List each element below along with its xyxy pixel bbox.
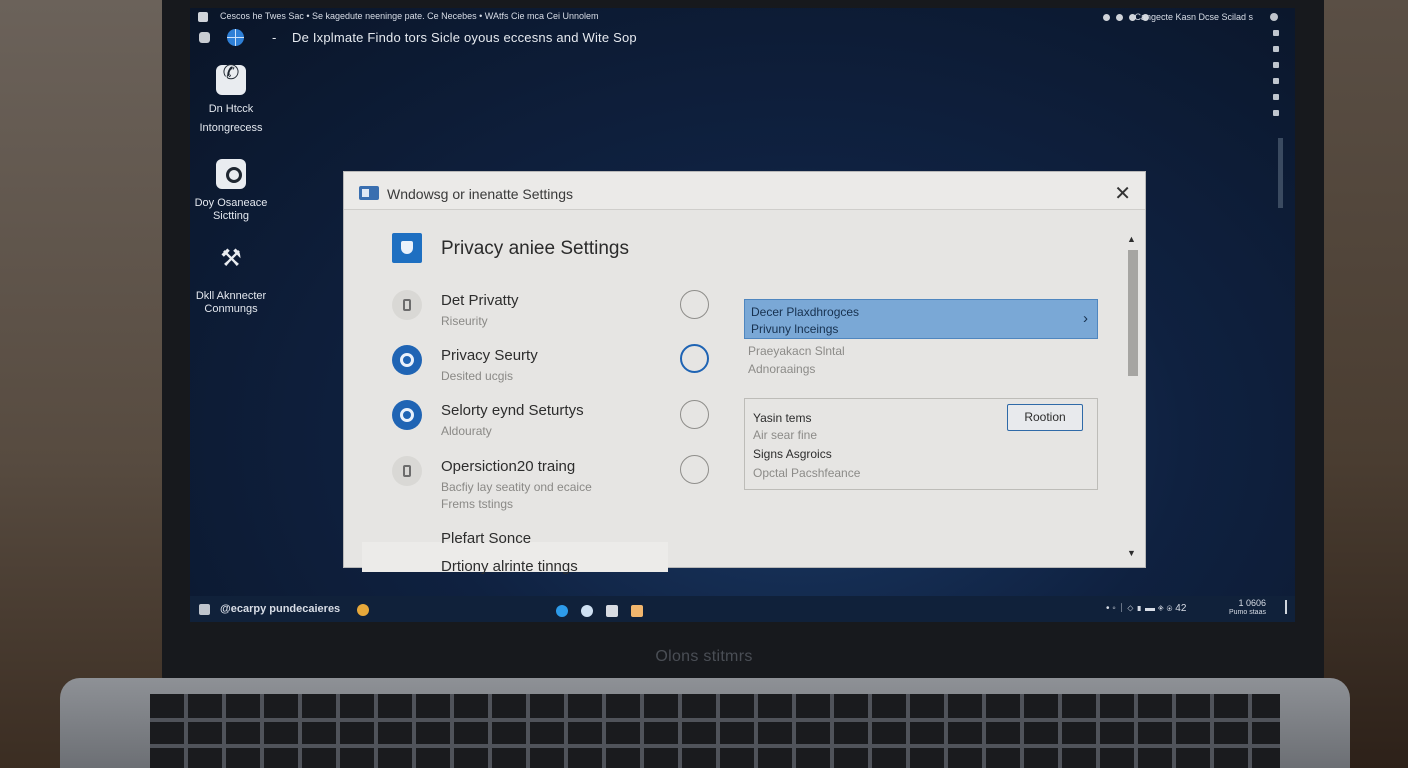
indicator-icon (1273, 94, 1279, 100)
laptop-screen: Cescos he Twes Sac • Se kagedute neening… (190, 8, 1295, 622)
phone-icon (216, 65, 246, 95)
settings-item-sub: Bacfiy lay seatity ond ecaice (441, 480, 592, 494)
desktop-icon-label: Doy Osaneace (194, 197, 268, 209)
settings-item-sub: Desited ucgis (441, 369, 514, 383)
clock[interactable]: 1 0606 Pumo staas (1229, 598, 1266, 618)
box-line-3: Signs Asgroics (753, 447, 832, 461)
desktop-icon-label: Conmungs (204, 303, 258, 315)
settings-item-sub: Aldouraty (441, 424, 492, 438)
desktop-icon-label: Dkll Aknnecter (195, 290, 267, 302)
settings-window: Wndowsg or inenatte Settings ✕ Privacy a… (343, 171, 1146, 575)
location-pin-icon (216, 159, 246, 189)
radio-det-privatty[interactable] (680, 290, 709, 319)
desktop-icon-label: Intongrecess (199, 122, 263, 134)
settings-item-label: Drtiony alrinte tinngs (441, 558, 578, 575)
privacy-icon (392, 345, 422, 375)
tracking-icon (392, 456, 422, 486)
settings-item-drtiony[interactable]: Drtiony alrinte tinngs (392, 558, 712, 575)
security-icon (392, 400, 422, 430)
box-line-4: Opctal Pacshfeance (753, 466, 861, 480)
clock-time: 1 0606 (1238, 598, 1266, 608)
radio-security[interactable] (680, 400, 709, 429)
scroll-thumb[interactable] (1128, 250, 1138, 376)
start-icon[interactable] (199, 604, 210, 615)
indicator-icon (1273, 110, 1279, 116)
settings-item-operation-tracking[interactable]: Opersiction20 traing Bacfiy lay seatity … (392, 456, 712, 516)
indicator-icon (1273, 46, 1279, 52)
page-title: Privacy aniee Settings (441, 238, 629, 259)
settings-item-security[interactable]: Selorty eynd Seturtys Aldouraty (392, 400, 712, 444)
desktop-icon-location[interactable]: Doy Osaneace Sictting (190, 159, 276, 223)
taskbar-apps (556, 603, 656, 617)
window-title-bar[interactable]: Wndowsg or inenatte Settings ✕ (344, 172, 1145, 210)
shield-icon (392, 233, 422, 263)
highlight-line-1: Decer Plaxdhrogces (751, 305, 860, 319)
camera-icon[interactable] (606, 604, 618, 617)
taskbar: @ecarpy pundecaieres • ◦ ᛁ ◇ ▮ ▬ ◈ ◉ 42 … (190, 596, 1295, 622)
radio-operation-tracking[interactable] (680, 455, 709, 484)
settings-item-sub: Riseurity (441, 314, 488, 328)
address-separator: - (272, 30, 277, 45)
status-dot-icon (1116, 14, 1123, 21)
taskbar-label[interactable]: @ecarpy pundecaieres (220, 603, 340, 615)
device-icon (392, 290, 422, 320)
settings-item-det-privatty[interactable]: Det Privatty Riseurity (392, 290, 712, 334)
top-menu-text[interactable]: Cescos he Twes Sac • Se kagedute neening… (220, 11, 599, 21)
clock-date: Pumo staas (1229, 609, 1266, 616)
indicator-icon (1273, 30, 1279, 36)
close-icon[interactable]: ✕ (1114, 181, 1131, 206)
box-line-2: Air sear fine (753, 428, 818, 442)
settings-item-privacy-seurty[interactable]: Privacy Seurty Desited ucgis (392, 345, 712, 389)
address-bar: - De Ixplmate Findo tors Sicle oyous ecc… (190, 28, 1090, 50)
scroll-up-icon[interactable]: ▲ (1127, 234, 1136, 244)
window-menu-icon[interactable] (199, 32, 210, 43)
settings-item-label: Plefart Sonce (441, 530, 532, 547)
settings-item-label: Selorty eynd Seturtys (441, 402, 584, 419)
top-status-text[interactable]: Cangecte Kasn Dcse Scilad s (1134, 12, 1253, 22)
app-menu-icon[interactable] (198, 12, 208, 22)
folder-icon[interactable] (631, 604, 643, 617)
rootion-button[interactable]: Rootion (1007, 404, 1083, 431)
settings-item-label: Privacy Seurty (441, 347, 538, 364)
desktop-scroll-rail[interactable] (1278, 138, 1283, 208)
top-menu-bar: Cescos he Twes Sac • Se kagedute neening… (190, 8, 1295, 26)
tools-icon (216, 252, 246, 282)
search-icon[interactable] (581, 604, 593, 617)
indicator-icon (1273, 62, 1279, 68)
scroll-down-icon[interactable]: ▼ (1127, 548, 1136, 558)
window-title: Wndowsg or inenatte Settings (387, 186, 573, 202)
settings-item-sub: Frems tstings (441, 497, 514, 511)
notification-icon[interactable] (357, 604, 369, 616)
desktop-icon-tools[interactable]: Dkll Aknnecter Conmungs (190, 252, 276, 316)
highlighted-setting-row[interactable]: Decer Plaxdhrogces Privuny lnceings › (744, 299, 1098, 339)
desktop-icon-phone[interactable]: Dn Htcck Intongrecess (190, 65, 276, 135)
browser-icon[interactable] (556, 604, 568, 617)
settings-app-icon (359, 186, 379, 200)
settings-item-label: Opersiction20 traing (441, 458, 576, 475)
right-edge-indicators (1273, 30, 1281, 126)
laptop-keyboard (150, 694, 1280, 768)
control-center-icon[interactable] (1270, 13, 1278, 21)
laptop-brand-label: Olons stitmrs (655, 648, 753, 665)
details-box: Yasin tems Air sear fine Signs Asgroics … (744, 398, 1098, 490)
details-sub-1: Praeyakacn Slntal (748, 344, 845, 358)
desktop-icon-label: Sictting (212, 210, 250, 222)
indicator-icon (1273, 78, 1279, 84)
highlight-line-2: Privuny lnceings (751, 322, 839, 336)
window-scrollbar[interactable]: ▲ ▼ (1125, 228, 1141, 562)
status-dot-icon (1103, 14, 1110, 21)
desktop-icon-label: Dn Htcck (208, 103, 254, 115)
show-desktop-button[interactable] (1285, 600, 1287, 614)
details-sub-2: Adnoraaings (748, 362, 816, 376)
address-text[interactable]: De Ixplmate Findo tors Sicle oyous ecces… (292, 30, 637, 45)
settings-item-plefart-sonce[interactable]: Plefart Sonce (392, 528, 712, 552)
box-line-1: Yasin tems (753, 411, 812, 425)
radio-privacy-seurty[interactable] (680, 344, 709, 373)
settings-item-label: Det Privatty (441, 292, 519, 309)
globe-icon[interactable] (227, 29, 244, 46)
chevron-right-icon: › (1083, 310, 1088, 327)
system-tray[interactable]: • ◦ ᛁ ◇ ▮ ▬ ◈ ◉ 42 (1106, 603, 1186, 614)
